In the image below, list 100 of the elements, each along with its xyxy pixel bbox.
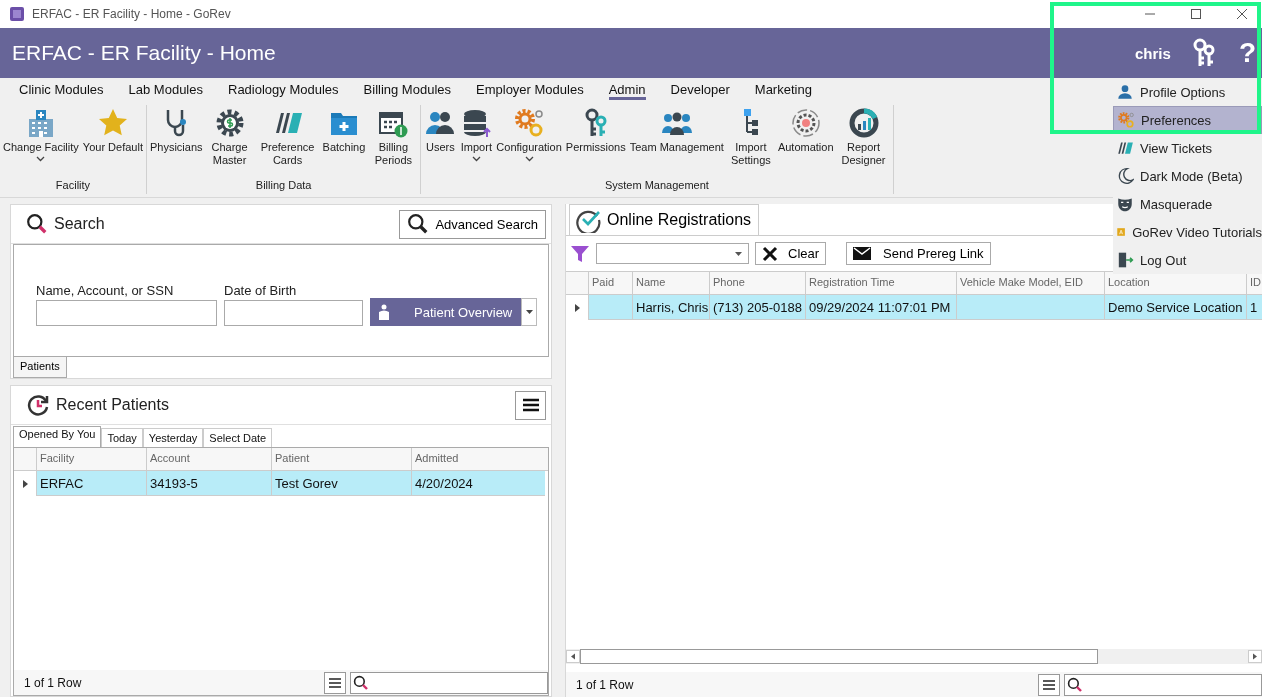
menu-item[interactable]: Dark Mode (Beta) (1113, 162, 1262, 190)
history-icon (26, 393, 50, 417)
ribbon-button[interactable]: Configuration (494, 105, 564, 179)
table-cell: 34193-5 (146, 471, 271, 496)
menu-button[interactable] (515, 390, 546, 420)
caret-icon (36, 156, 46, 162)
column-header[interactable]: Vehicle Make Model, EID (956, 272, 1104, 294)
ribbon-button[interactable]: Preference Cards (254, 105, 321, 179)
caret-icon (471, 156, 481, 162)
scroll-right-icon[interactable] (1248, 650, 1262, 663)
gears-icon (513, 107, 546, 139)
search-icon (407, 213, 430, 235)
close-icon (762, 245, 778, 262)
menu-icon (522, 398, 539, 412)
table-cell: Harris, Chris (632, 295, 709, 320)
report-icon (847, 107, 880, 139)
column-header[interactable]: Facility (36, 448, 146, 470)
app-logo-icon (9, 6, 25, 22)
menu-item[interactable]: GoRev Video Tutorials (1113, 218, 1262, 246)
help-button[interactable]: ? (1238, 37, 1256, 69)
gears-icon (1117, 111, 1135, 129)
panel-tab[interactable]: Patients (13, 357, 67, 378)
list-menu-button[interactable] (324, 671, 346, 694)
table-cell: 4/20/2024 (411, 471, 545, 496)
ribbon-tab[interactable]: Developer (670, 80, 730, 100)
filter-tab[interactable]: Opened By You (13, 426, 102, 447)
dropdown-button[interactable] (521, 298, 537, 326)
table-row[interactable]: Harris, Chris (713) 205-0188 09/29/2024 11:07:01 PM Demo Service Location 1 (566, 295, 1262, 320)
grid-search-field[interactable] (1064, 673, 1262, 696)
search-icon (26, 213, 48, 235)
menu-item[interactable]: View Tickets (1113, 134, 1262, 162)
menu-item[interactable]: Profile Options (1113, 78, 1262, 106)
ribbon-tab[interactable]: Radiology Modules (228, 80, 339, 100)
row-pointer-icon (22, 479, 28, 488)
column-header[interactable]: Name (632, 272, 709, 294)
ribbon-button[interactable]: Your Default (80, 105, 145, 179)
window-title: ERFAC - ER Facility - Home - GoRev (32, 7, 231, 21)
ribbon-button[interactable]: Import (458, 105, 495, 179)
column-header[interactable]: Account (146, 448, 271, 470)
table-cell: 09/29/2024 11:07:01 PM (805, 295, 956, 320)
menu-item[interactable]: Log Out (1113, 246, 1262, 274)
scroll-left-icon[interactable] (566, 650, 580, 663)
ribbon-button[interactable]: Report Designer (835, 105, 892, 179)
column-header[interactable]: Admitted (411, 448, 545, 470)
ribbon-tab[interactable]: Marketing (754, 80, 812, 100)
column-header[interactable]: Registration Time (805, 272, 956, 294)
clear-button[interactable]: Clear (755, 242, 827, 265)
send-link-button[interactable]: Send Prereg Link (846, 242, 991, 265)
caret-icon (735, 251, 742, 256)
table-cell: Test Gorev (271, 471, 411, 496)
ribbon-tab[interactable]: Lab Modules (128, 80, 203, 100)
column-header[interactable]: Paid (588, 272, 632, 294)
search-icon (1067, 676, 1083, 693)
caret-icon (524, 156, 534, 162)
ribbon-button[interactable]: Charge Master (204, 105, 255, 179)
maximize-icon[interactable] (1190, 8, 1202, 20)
ribbon-tab[interactable]: Employer Modules (476, 80, 584, 100)
filter-icon[interactable] (570, 243, 590, 264)
ribbon-button[interactable]: Physicians (147, 105, 205, 179)
filter-tab[interactable]: Yesterday (142, 428, 204, 447)
ribbon-button[interactable]: Import Settings (725, 105, 776, 179)
field-label: Date of Birth (224, 283, 298, 298)
ribbon-button[interactable]: Permissions (563, 105, 628, 179)
ribbon-button[interactable]: Change Facility (1, 105, 81, 179)
user-name[interactable]: chris (1135, 44, 1171, 62)
row-count: 1 of 1 Row (24, 675, 82, 690)
menu-item[interactable]: Masquerade (1113, 190, 1262, 218)
ribbon-button[interactable]: Users (422, 105, 459, 179)
ribbon-button[interactable]: Batching (320, 105, 368, 179)
automation-icon (789, 107, 822, 139)
close-icon[interactable] (1236, 8, 1248, 20)
cards-icon (1116, 139, 1134, 157)
envelope-icon (853, 247, 872, 260)
row-count: 1 of 1 Row (576, 677, 634, 692)
ribbon-tab[interactable]: Billing Modules (363, 80, 451, 100)
input-field[interactable] (224, 300, 363, 326)
filter-tab[interactable]: Today (101, 428, 143, 447)
column-header[interactable]: Patient (271, 448, 411, 470)
ribbon-tab[interactable]: Clinic Modules (19, 80, 104, 100)
filter-tab[interactable]: Select Date (203, 428, 273, 447)
grid-search-field[interactable] (350, 671, 548, 694)
table-row[interactable]: ERFAC 34193-5 Test Gorev 4/20/2024 (14, 471, 548, 496)
list-menu-button[interactable] (1038, 673, 1060, 696)
group-label: System Management (604, 179, 709, 193)
scroll-thumb[interactable] (580, 649, 1098, 664)
horizontal-scrollbar[interactable] (566, 649, 1262, 664)
logout-icon (1116, 251, 1134, 269)
ribbon-tab[interactable]: Admin (608, 80, 646, 100)
input-field[interactable] (36, 300, 217, 326)
table-cell: ERFAC (36, 471, 146, 496)
column-header[interactable]: Phone (709, 272, 805, 294)
ribbon-button[interactable]: Billing Periods (367, 105, 420, 179)
advanced-search-button[interactable]: Advanced Search (399, 209, 546, 239)
page-title: ERFAC - ER Facility - Home (12, 41, 276, 65)
ribbon-button[interactable]: Team Management (627, 105, 726, 179)
patient-overview-button[interactable]: Patient Overview (370, 298, 521, 326)
field-label: Name, Account, or SSN (36, 283, 175, 298)
ribbon-button[interactable]: Automation (775, 105, 836, 179)
panel-tab[interactable]: Online Registrations (569, 204, 760, 235)
menu-icon (329, 677, 341, 688)
